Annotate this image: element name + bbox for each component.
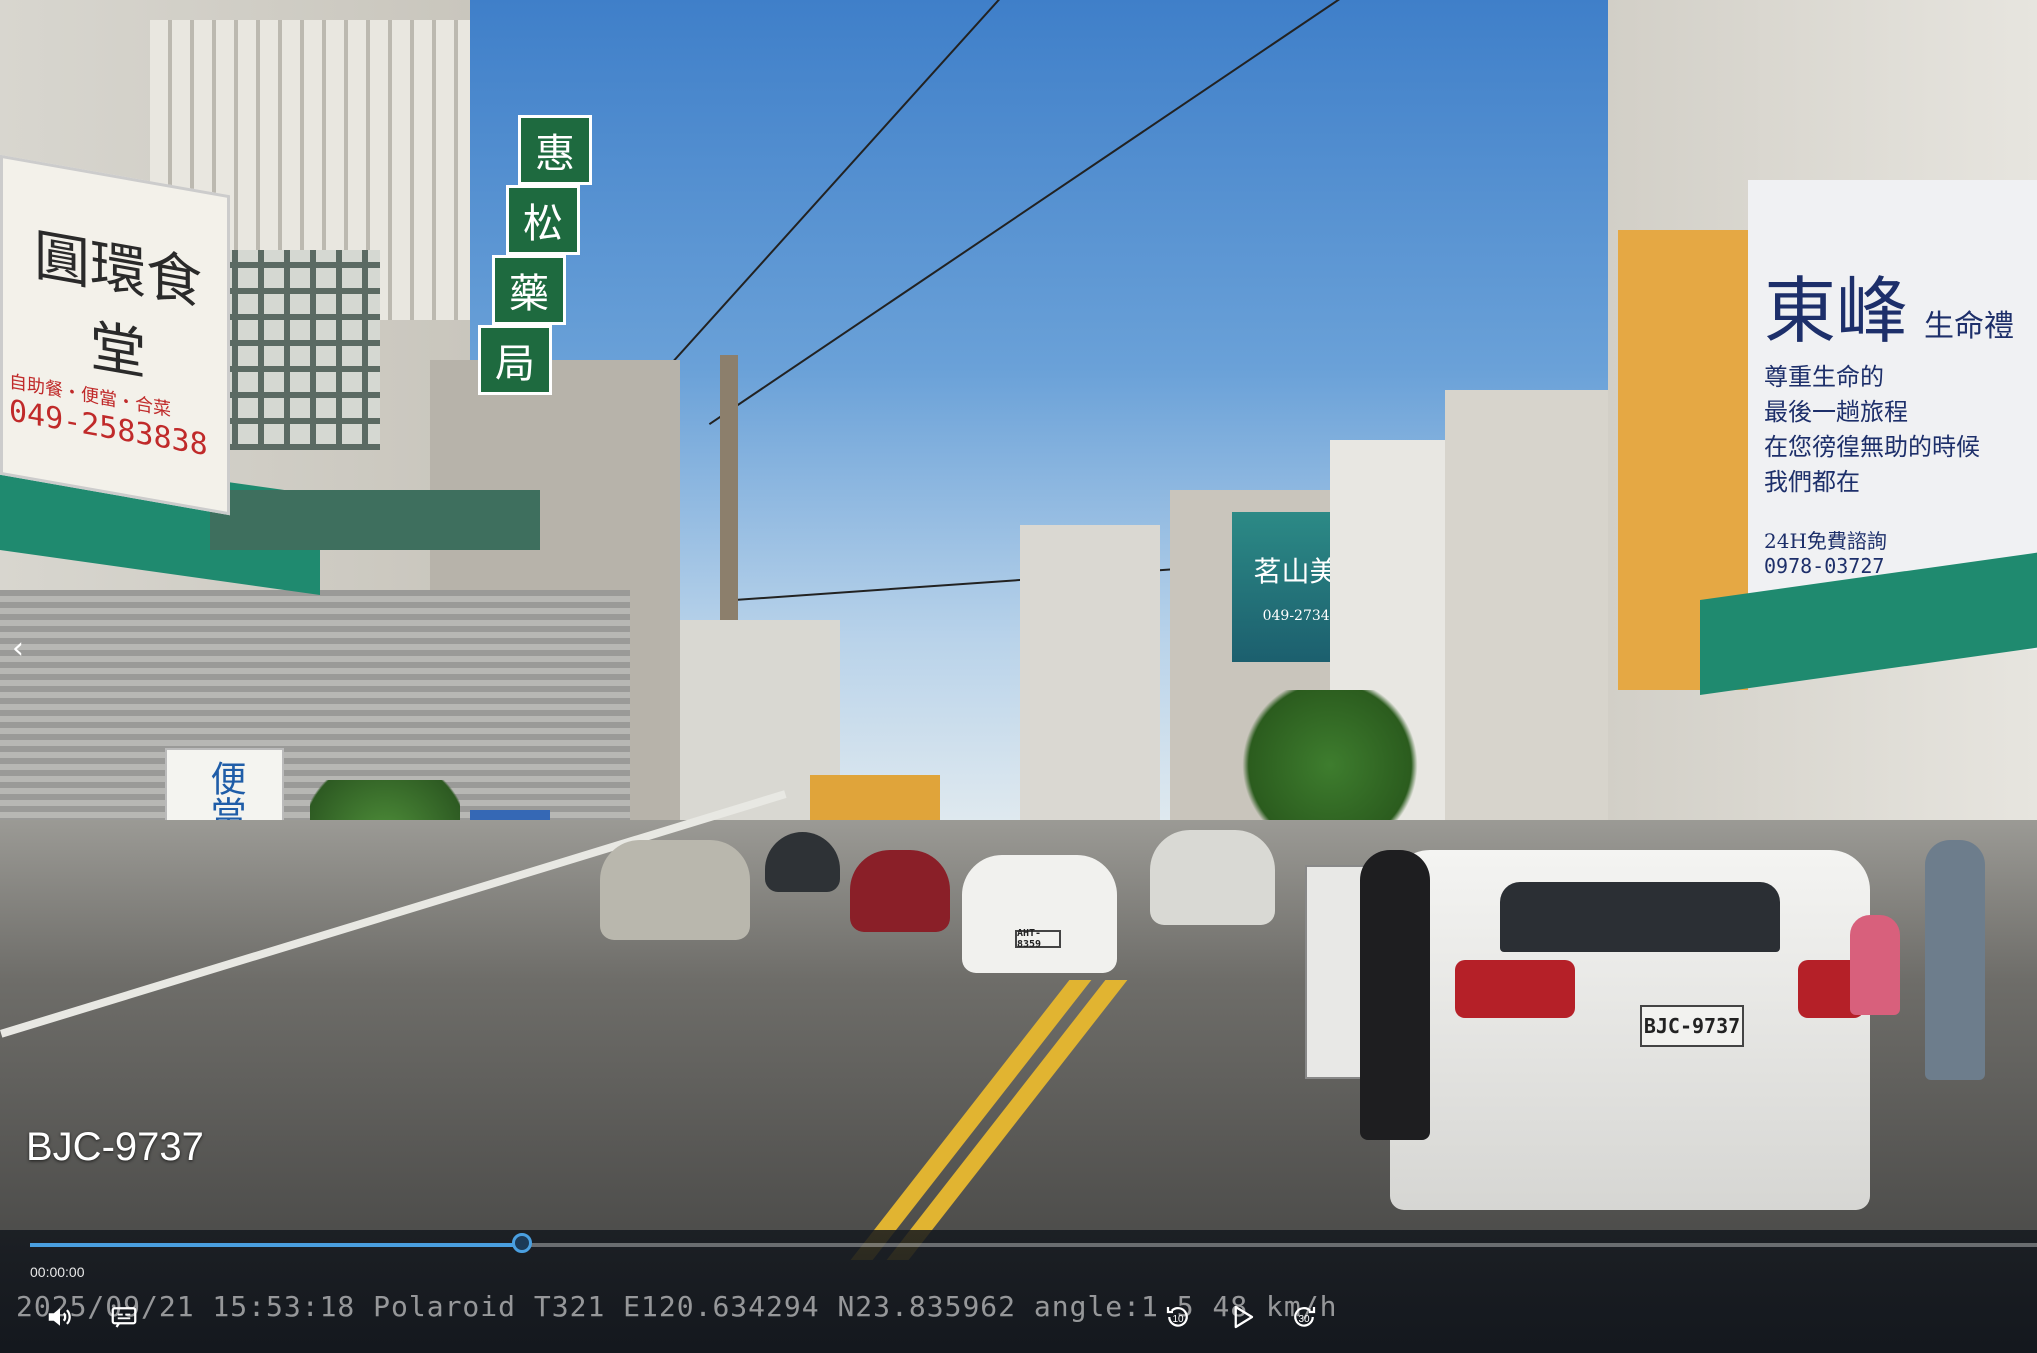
- silver-sedan: [600, 840, 750, 940]
- pharmacy-char: 惠: [518, 115, 592, 185]
- rewind-label: 10: [1172, 1314, 1184, 1325]
- forward-label: 30: [1298, 1314, 1310, 1325]
- funeral-hotline: 24H免費諮詢: [1764, 529, 1887, 553]
- bystander: [1925, 840, 1985, 1080]
- funeral-line: 在您徬徨無助的時候: [1764, 433, 1980, 461]
- suv-plate: BJC-9737: [1640, 1005, 1744, 1047]
- rewind-button[interactable]: 10: [1158, 1300, 1198, 1334]
- pedestrian: [1360, 850, 1430, 1140]
- current-time: 00:00:00: [30, 1264, 85, 1280]
- dashcam-timestamp: 2025/09/21 15:53:18 Polaroid T321 E120.6…: [16, 1290, 1338, 1323]
- mid-building: [1020, 525, 1160, 825]
- child: [1850, 915, 1900, 1015]
- pharmacy-char: 局: [478, 325, 552, 395]
- pharmacy-char: 藥: [492, 255, 566, 325]
- video-frame: 圓環食堂 自助餐・便當・合菜 049-2583838 惠 松 藥 局 便當自助餐…: [0, 0, 2037, 1353]
- white-hatchback: [962, 855, 1117, 973]
- seek-progress: [30, 1243, 522, 1247]
- suv-rear-window: [1500, 882, 1780, 952]
- captions-icon: [111, 1307, 137, 1328]
- captions-button[interactable]: [104, 1300, 144, 1334]
- tree: [1230, 690, 1430, 840]
- white-truck: [1150, 830, 1275, 925]
- rewind-icon: 10: [1166, 1307, 1188, 1327]
- funeral-sub: 生命禮: [1924, 309, 2015, 344]
- seek-thumb[interactable]: [511, 1233, 532, 1253]
- suv-tail-light: [1455, 960, 1575, 1018]
- funeral-phone: 0978-03727: [1764, 554, 1885, 578]
- forward-button[interactable]: 30: [1284, 1300, 1324, 1334]
- previous-arrow-icon[interactable]: ‹: [6, 628, 30, 668]
- volume-button[interactable]: [40, 1300, 80, 1334]
- video-title: BJC-9737: [26, 1125, 204, 1169]
- right-mid-building: [1445, 390, 1615, 840]
- funeral-line: 最後一趟旅程: [1764, 398, 1908, 426]
- pharmacy-sign: 惠 松 藥 局: [478, 115, 592, 400]
- fast-forward-icon: 30: [1294, 1307, 1316, 1327]
- seek-bar[interactable]: [30, 1233, 2037, 1253]
- red-sedan: [850, 850, 950, 932]
- green-awning-2: [210, 490, 540, 550]
- play-icon: [1234, 1305, 1254, 1329]
- pharmacy-char: 松: [506, 185, 580, 255]
- funeral-line: 我們都在: [1764, 468, 1860, 496]
- play-button[interactable]: [1222, 1300, 1262, 1334]
- speaker-icon: [48, 1308, 71, 1326]
- hatchback-plate: AHT-8359: [1015, 928, 1061, 950]
- restaurant-banner: 圓環食堂 自助餐・便當・合菜 049-2583838: [0, 154, 230, 516]
- funeral-title: 東峰: [1764, 269, 1909, 353]
- funeral-line: 尊重生命的: [1764, 363, 1884, 391]
